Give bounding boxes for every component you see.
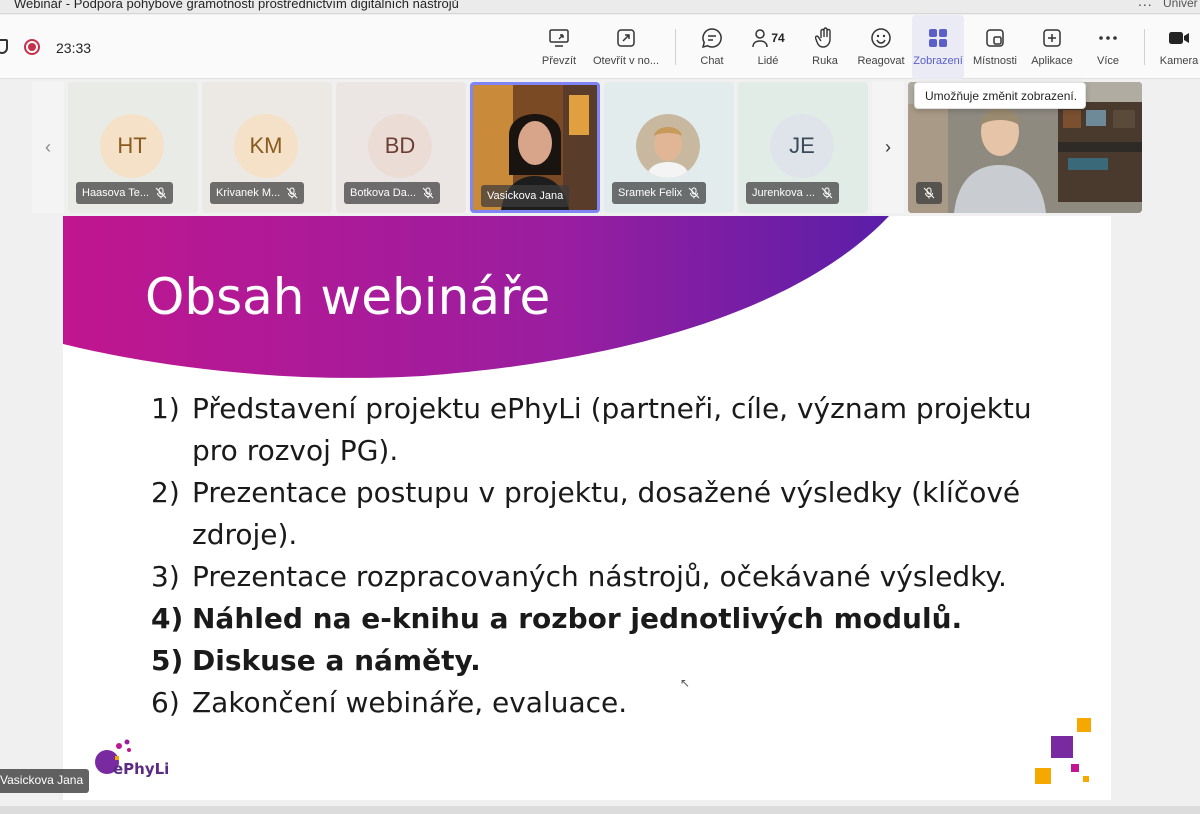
share-button[interactable]: Převzít bbox=[538, 15, 580, 79]
participant-tile[interactable]: KM Krivanek M... bbox=[202, 82, 332, 213]
participant-name: Botkova Da... bbox=[350, 187, 417, 199]
apps-button[interactable]: Aplikace bbox=[1030, 15, 1074, 79]
agenda-item: 2) Prezentace postupu v projektu, dosažen… bbox=[151, 476, 1021, 551]
participant-name: Vasickova Jana bbox=[487, 190, 564, 202]
camera-button[interactable]: Kamera bbox=[1158, 15, 1200, 79]
react-label: Reagovat bbox=[857, 55, 905, 67]
participant-name-tag: Haasova Te... bbox=[76, 182, 174, 204]
call-timer: 23:33 bbox=[56, 40, 92, 56]
rooms-button[interactable]: Místnosti bbox=[971, 15, 1019, 79]
gallery-prev-button[interactable]: ‹ bbox=[32, 82, 64, 213]
toolbar-divider bbox=[675, 29, 676, 65]
self-mic-tag[interactable] bbox=[916, 182, 942, 204]
rooms-label: Místnosti bbox=[972, 55, 1017, 67]
more-icon[interactable]: ... bbox=[1138, 0, 1153, 9]
participant-name-tag: Vasickova Jana bbox=[481, 185, 570, 207]
slide-title: Obsah webináře bbox=[145, 268, 551, 326]
mouse-cursor-icon: ↖ bbox=[680, 676, 691, 690]
avatar: JE bbox=[770, 114, 834, 178]
slide-agenda-list: 1) Představení projektu ePhyLi (partneři,… bbox=[151, 388, 1051, 724]
shield-icon bbox=[0, 39, 8, 54]
window-title: Webinář - Podpora pohybové gramotnosti p… bbox=[14, 0, 459, 11]
agenda-item: 6) Zakončení webináře, evaluace. bbox=[151, 686, 628, 719]
participant-name-tag: Jurenkova ... bbox=[746, 182, 839, 204]
agenda-item: 5) Diskuse a náměty. bbox=[151, 644, 481, 677]
camera-label: Kamera bbox=[1159, 55, 1199, 67]
avatar bbox=[636, 114, 700, 178]
people-label: Lidé bbox=[757, 55, 779, 67]
participant-name-tag: Krivanek M... bbox=[210, 182, 305, 204]
raise-hand-icon bbox=[812, 25, 838, 51]
ephyli-logo-text: ePhyLi bbox=[113, 760, 170, 778]
participant-tile[interactable]: HT Haasova Te... bbox=[68, 82, 198, 213]
chat-label: Chat bbox=[700, 55, 724, 67]
react-icon bbox=[868, 25, 894, 51]
participant-name: Krivanek M... bbox=[216, 187, 281, 199]
open-new-window-button[interactable]: Otevřít v no... bbox=[590, 15, 662, 79]
bottom-edge bbox=[0, 806, 1200, 814]
mic-muted-icon bbox=[688, 187, 700, 199]
people-button[interactable]: 74 Lidé bbox=[746, 15, 790, 79]
view-button[interactable]: Zobrazení bbox=[912, 15, 964, 79]
mic-muted-icon bbox=[422, 187, 434, 199]
participant-name: Jurenkova ... bbox=[752, 187, 815, 199]
camera-icon bbox=[1166, 25, 1192, 51]
mic-muted-icon bbox=[821, 187, 833, 199]
recording-icon bbox=[24, 39, 40, 55]
view-label: Zobrazení bbox=[913, 55, 963, 67]
avatar: HT bbox=[100, 114, 164, 178]
participant-name-tag: Botkova Da... bbox=[344, 182, 441, 204]
participant-count: 74 bbox=[771, 31, 785, 45]
people-icon: 74 bbox=[748, 25, 788, 51]
agenda-item: 1) Představení projektu ePhyLi (partneři,… bbox=[151, 392, 1032, 467]
avatar: KM bbox=[234, 114, 298, 178]
agenda-item: 3) Prezentace rozpracovaných nástrojů, oč… bbox=[151, 560, 1007, 593]
participant-name: Haasova Te... bbox=[82, 187, 150, 199]
share-label: Převzít bbox=[541, 55, 577, 67]
participant-video-tile[interactable]: Vasickova Jana bbox=[470, 82, 600, 213]
mic-muted-icon bbox=[155, 187, 167, 199]
more-button[interactable]: Více bbox=[1092, 15, 1124, 79]
more-label: Více bbox=[1096, 55, 1119, 67]
apps-icon bbox=[1039, 25, 1065, 51]
view-icon bbox=[925, 25, 951, 51]
react-button[interactable]: Reagovat bbox=[856, 15, 906, 79]
participant-name: Sramek Felix bbox=[618, 187, 683, 199]
avatar: BD bbox=[368, 114, 432, 178]
open-window-icon bbox=[613, 25, 639, 51]
gallery-next-button[interactable]: › bbox=[872, 82, 904, 213]
toolbar-divider bbox=[1144, 29, 1145, 65]
mic-muted-icon bbox=[923, 187, 935, 199]
participant-tile[interactable]: BD Botkova Da... bbox=[336, 82, 466, 213]
participant-tile[interactable]: JE Jurenkova ... bbox=[738, 82, 868, 213]
slide-decoration bbox=[1035, 718, 1091, 784]
raise-hand-button[interactable]: Ruka bbox=[806, 15, 844, 79]
meeting-toolbar: 23:33 Převzít Otevřít v no... Chat 74 Li… bbox=[0, 15, 1200, 79]
chat-button[interactable]: Chat bbox=[694, 15, 730, 79]
open-window-label: Otevřít v no... bbox=[592, 55, 660, 67]
view-tooltip: Umožňuje změnit zobrazení. bbox=[914, 82, 1086, 109]
apps-label: Aplikace bbox=[1031, 55, 1073, 67]
shared-slide: Obsah webináře 1) Představení projektu eP… bbox=[63, 216, 1111, 800]
rooms-icon bbox=[982, 25, 1008, 51]
agenda-item: 4) Náhled na e-knihu a rozbor jednotlivýc… bbox=[151, 602, 963, 635]
participant-name-tag: Sramek Felix bbox=[612, 182, 707, 204]
more-icon bbox=[1095, 25, 1121, 51]
share-screen-icon bbox=[546, 25, 572, 51]
chat-icon bbox=[699, 25, 725, 51]
raise-hand-label: Ruka bbox=[812, 55, 838, 67]
title-bar: Webinář - Podpora pohybové gramotnosti p… bbox=[0, 0, 1200, 14]
chevron-left-icon: ‹ bbox=[45, 137, 51, 157]
mic-muted-icon bbox=[286, 187, 298, 199]
participant-tile[interactable]: Sramek Felix bbox=[604, 82, 734, 213]
chevron-right-icon: › bbox=[885, 137, 891, 157]
presenter-name-tag: Vasickova Jana bbox=[0, 769, 90, 793]
organization-label[interactable]: Univer bbox=[1163, 0, 1198, 10]
